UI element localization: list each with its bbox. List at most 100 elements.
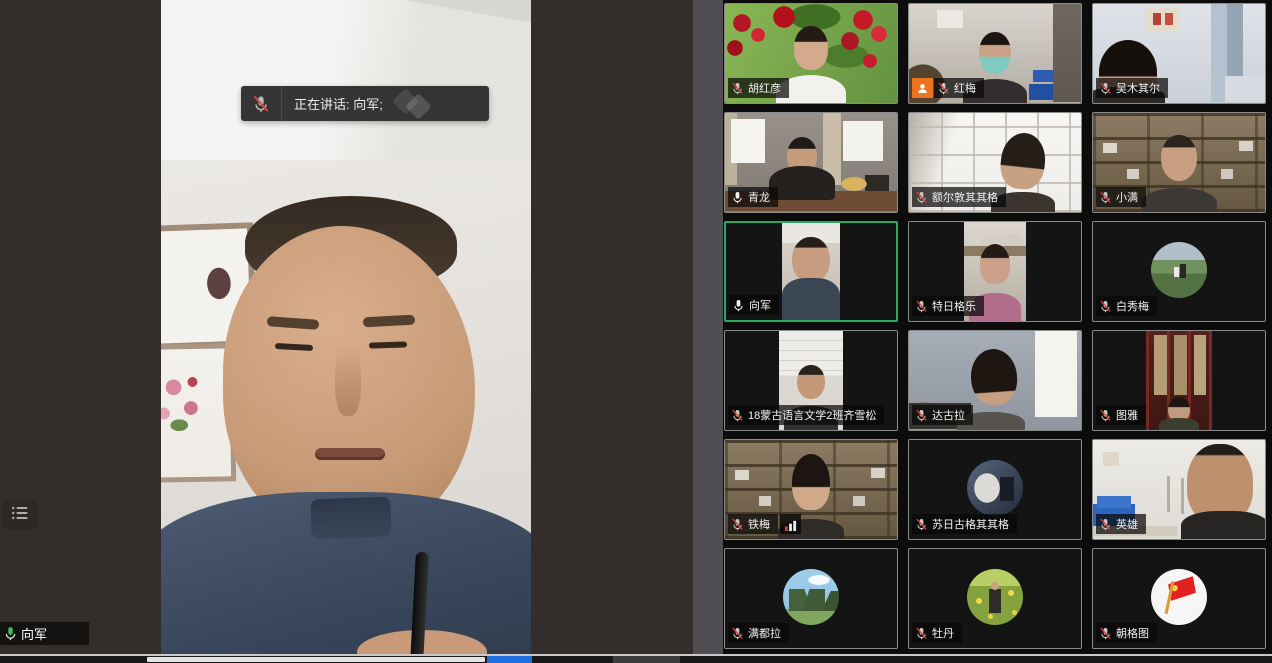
participant-name: 额尔敦其其格 bbox=[932, 189, 998, 205]
muted-mic-icon bbox=[1099, 82, 1112, 95]
participant-tile[interactable]: 特日格乐 bbox=[908, 221, 1082, 322]
participant-tile[interactable]: 铁梅 bbox=[724, 439, 898, 540]
muted-mic-icon bbox=[731, 409, 744, 422]
participant-tile[interactable]: 白秀梅 bbox=[1092, 221, 1266, 322]
participant-name: 白秀梅 bbox=[1116, 298, 1149, 314]
participant-tile[interactable]: 胡红彦 bbox=[724, 3, 898, 104]
participant-name: 达古拉 bbox=[932, 407, 965, 423]
ceiling bbox=[161, 0, 531, 160]
participant-name: 苏日古格其其格 bbox=[932, 516, 1009, 532]
eyebrow bbox=[363, 315, 415, 328]
mic-icon bbox=[732, 299, 745, 312]
eyebrow bbox=[267, 316, 320, 330]
participant-name: 特日格乐 bbox=[932, 298, 976, 314]
muted-mic-icon bbox=[1099, 409, 1112, 422]
main-stage: 正在讲话: 向军; 向军 bbox=[0, 0, 693, 654]
participant-label: 图雅 bbox=[1096, 405, 1146, 425]
participant-name: 牡丹 bbox=[932, 625, 954, 641]
participant-name: 满都拉 bbox=[748, 625, 781, 641]
participant-label: 额尔敦其其格 bbox=[912, 187, 1006, 207]
participant-tile[interactable]: 苏日古格其其格 bbox=[908, 439, 1082, 540]
participant-label: 青龙 bbox=[728, 187, 778, 207]
participant-label: 苏日古格其其格 bbox=[912, 514, 1017, 534]
participant-avatar bbox=[967, 569, 1023, 625]
participant-label: 吴木其尔 bbox=[1096, 78, 1168, 98]
participant-label: 向军 bbox=[729, 295, 779, 315]
self-name-label: 向军 bbox=[0, 622, 89, 645]
participant-label: 小满 bbox=[1096, 187, 1146, 207]
participant-name: 胡红彦 bbox=[748, 80, 781, 96]
participant-name: 铁梅 bbox=[748, 516, 770, 532]
participant-list-icon bbox=[11, 505, 29, 526]
participant-label: 英雄 bbox=[1096, 514, 1146, 534]
participant-tile[interactable]: 额尔敦其其格 bbox=[908, 112, 1082, 213]
participant-grid: 胡红彦 红梅 吴木其尔青龙 额尔敦其其格 小满向军 特日格乐 白秀梅 18蒙古语言文学2班齐雪… bbox=[723, 0, 1272, 654]
taskbar-active-app[interactable] bbox=[487, 656, 532, 663]
participant-name: 18蒙古语言文学2班齐雪松 bbox=[748, 407, 876, 423]
participant-tile[interactable]: 达古拉 bbox=[908, 330, 1082, 431]
meeting-window: 正在讲话: 向军; 向军 胡红彦 红梅 吴木其尔青龙 额尔敦其其格 小满向军 特日格乐 白秀… bbox=[0, 0, 1272, 663]
speaking-banner: 正在讲话: 向军; bbox=[241, 86, 489, 121]
muted-mic-icon bbox=[731, 518, 744, 531]
meeting-logo-watermark bbox=[396, 89, 436, 117]
muted-mic-icon bbox=[1099, 191, 1112, 204]
self-name: 向军 bbox=[21, 624, 47, 643]
muted-mic-icon bbox=[731, 627, 744, 640]
mouth bbox=[315, 448, 385, 460]
participant-name: 青龙 bbox=[748, 189, 770, 205]
eye bbox=[275, 343, 313, 351]
participant-label: 满都拉 bbox=[728, 623, 789, 643]
mic-icon bbox=[731, 191, 744, 204]
participant-tile[interactable]: 英雄 bbox=[1092, 439, 1266, 540]
participant-tile[interactable]: 朝格图 bbox=[1092, 548, 1266, 649]
participant-name: 英雄 bbox=[1116, 516, 1138, 532]
participant-name: 吴木其尔 bbox=[1116, 80, 1160, 96]
participant-label: 达古拉 bbox=[912, 405, 973, 425]
eye bbox=[369, 341, 407, 348]
muted-mic-icon bbox=[241, 86, 282, 121]
muted-mic-icon bbox=[1099, 627, 1112, 640]
participant-tile[interactable]: 吴木其尔 bbox=[1092, 3, 1266, 104]
participant-avatar bbox=[783, 569, 839, 625]
participant-tile[interactable]: 红梅 bbox=[908, 3, 1082, 104]
muted-mic-icon bbox=[915, 627, 928, 640]
muted-mic-icon bbox=[1099, 518, 1112, 531]
participant-tile[interactable]: 满都拉 bbox=[724, 548, 898, 649]
taskbar-app-button[interactable] bbox=[613, 656, 680, 663]
participant-avatar bbox=[1151, 242, 1207, 298]
participant-label: 18蒙古语言文学2班齐雪松 bbox=[728, 405, 884, 425]
muted-mic-icon bbox=[731, 82, 744, 95]
participant-tile[interactable]: 青龙 bbox=[724, 112, 898, 213]
participant-name: 红梅 bbox=[954, 80, 976, 96]
participant-label: 红梅 bbox=[912, 78, 984, 98]
nose bbox=[335, 344, 361, 416]
participant-name: 图雅 bbox=[1116, 407, 1138, 423]
muted-mic-icon bbox=[915, 518, 928, 531]
participant-list-toggle-button[interactable] bbox=[2, 500, 38, 530]
speaking-text: 正在讲话: 向军; bbox=[294, 94, 383, 113]
participant-name: 朝格图 bbox=[1116, 625, 1149, 641]
taskbar-search-box[interactable] bbox=[147, 657, 485, 662]
participant-label: 朝格图 bbox=[1096, 623, 1157, 643]
participant-label: 胡红彦 bbox=[728, 78, 789, 98]
participant-tile[interactable]: 牡丹 bbox=[908, 548, 1082, 649]
participant-label: 特日格乐 bbox=[912, 296, 984, 316]
mic-active-icon bbox=[3, 626, 18, 641]
participant-name: 向军 bbox=[749, 297, 771, 313]
participant-avatar bbox=[1151, 569, 1207, 625]
participant-tile[interactable]: 图雅 bbox=[1092, 330, 1266, 431]
jacket-collar bbox=[310, 497, 391, 540]
muted-mic-icon bbox=[937, 82, 950, 95]
participant-avatar bbox=[967, 460, 1023, 516]
participant-tile-active-speaker[interactable]: 向军 bbox=[724, 221, 898, 322]
muted-mic-icon bbox=[915, 300, 928, 313]
stage-grid-divider bbox=[693, 0, 723, 654]
participant-label: 牡丹 bbox=[912, 623, 962, 643]
participant-tile[interactable]: 18蒙古语言文学2班齐雪松 bbox=[724, 330, 898, 431]
participant-label: 铁梅 bbox=[728, 514, 801, 534]
network-signal-icon bbox=[780, 514, 801, 534]
muted-mic-icon bbox=[915, 409, 928, 422]
participant-tile[interactable]: 小满 bbox=[1092, 112, 1266, 213]
participant-video bbox=[1146, 331, 1212, 430]
taskbar bbox=[0, 656, 1272, 663]
